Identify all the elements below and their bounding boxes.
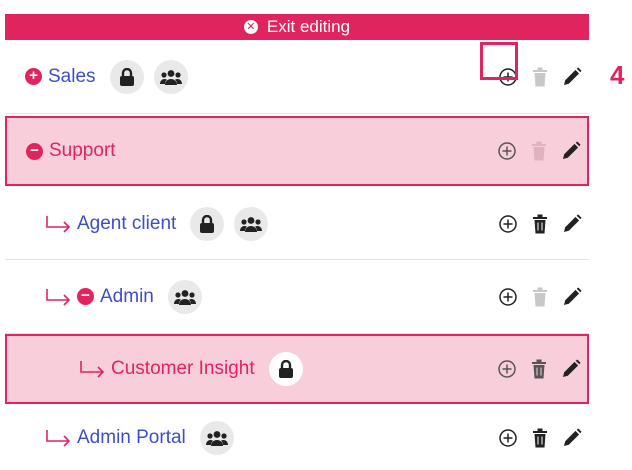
- users-icon: [199, 421, 234, 455]
- lock-icon: [109, 59, 144, 94]
- row-label[interactable]: Support: [49, 140, 116, 162]
- plus-circle-icon[interactable]: [496, 140, 518, 162]
- screen: ✕ Exit editing + Sales − Support Agent c…: [0, 0, 632, 470]
- pencil-icon[interactable]: [560, 140, 582, 162]
- expand-toggle-icon[interactable]: +: [25, 68, 42, 85]
- trash-icon: [529, 66, 551, 88]
- tree-row-agent-client: Agent client: [5, 188, 589, 260]
- tree-row-customer-insight: Customer Insight: [5, 334, 589, 404]
- exit-editing-button[interactable]: ✕ Exit editing: [5, 14, 589, 40]
- trash-icon[interactable]: [529, 427, 551, 449]
- trash-icon: [528, 140, 550, 162]
- row-actions: [496, 140, 582, 162]
- callout-highlight-box: [480, 42, 518, 80]
- tree-panel: ✕ Exit editing + Sales − Support Agent c…: [5, 14, 589, 470]
- trash-icon: [529, 286, 551, 308]
- users-icon: [234, 206, 269, 241]
- callout-step-number: 4: [610, 60, 625, 90]
- close-icon: ✕: [243, 20, 258, 34]
- row-label[interactable]: Admin Portal: [77, 427, 186, 449]
- indent-arrow-icon: [79, 360, 107, 378]
- trash-icon[interactable]: [529, 213, 551, 235]
- plus-circle-icon[interactable]: [497, 427, 519, 449]
- tree-row-support: − Support: [5, 116, 589, 186]
- pencil-icon[interactable]: [561, 66, 583, 88]
- collapse-toggle-icon[interactable]: −: [26, 142, 43, 160]
- tree-row-admin-portal: Admin Portal: [5, 406, 589, 470]
- pencil-icon[interactable]: [560, 358, 582, 380]
- users-icon: [153, 59, 188, 94]
- plus-circle-icon[interactable]: [497, 286, 519, 308]
- row-label[interactable]: Agent client: [77, 213, 176, 235]
- lock-icon: [268, 352, 303, 386]
- row-actions: [497, 286, 583, 308]
- row-label[interactable]: Customer Insight: [111, 358, 255, 380]
- row-actions: [497, 427, 583, 449]
- plus-circle-icon[interactable]: [496, 358, 518, 380]
- indent-arrow-icon: [45, 288, 73, 306]
- users-icon: [167, 279, 202, 314]
- collapse-toggle-icon[interactable]: −: [77, 288, 94, 305]
- lock-icon: [190, 206, 225, 241]
- tree-row-admin: − Admin: [5, 260, 589, 334]
- row-label[interactable]: Sales: [48, 66, 96, 88]
- row-actions: [496, 358, 582, 380]
- row-label[interactable]: Admin: [100, 286, 154, 308]
- pencil-icon[interactable]: [561, 213, 583, 235]
- indent-arrow-icon: [45, 215, 73, 233]
- plus-circle-icon[interactable]: [497, 213, 519, 235]
- pencil-icon[interactable]: [561, 427, 583, 449]
- pencil-icon[interactable]: [561, 286, 583, 308]
- row-actions: [497, 213, 583, 235]
- indent-arrow-icon: [45, 429, 73, 447]
- exit-editing-label: Exit editing: [266, 17, 351, 36]
- trash-icon[interactable]: [528, 358, 550, 380]
